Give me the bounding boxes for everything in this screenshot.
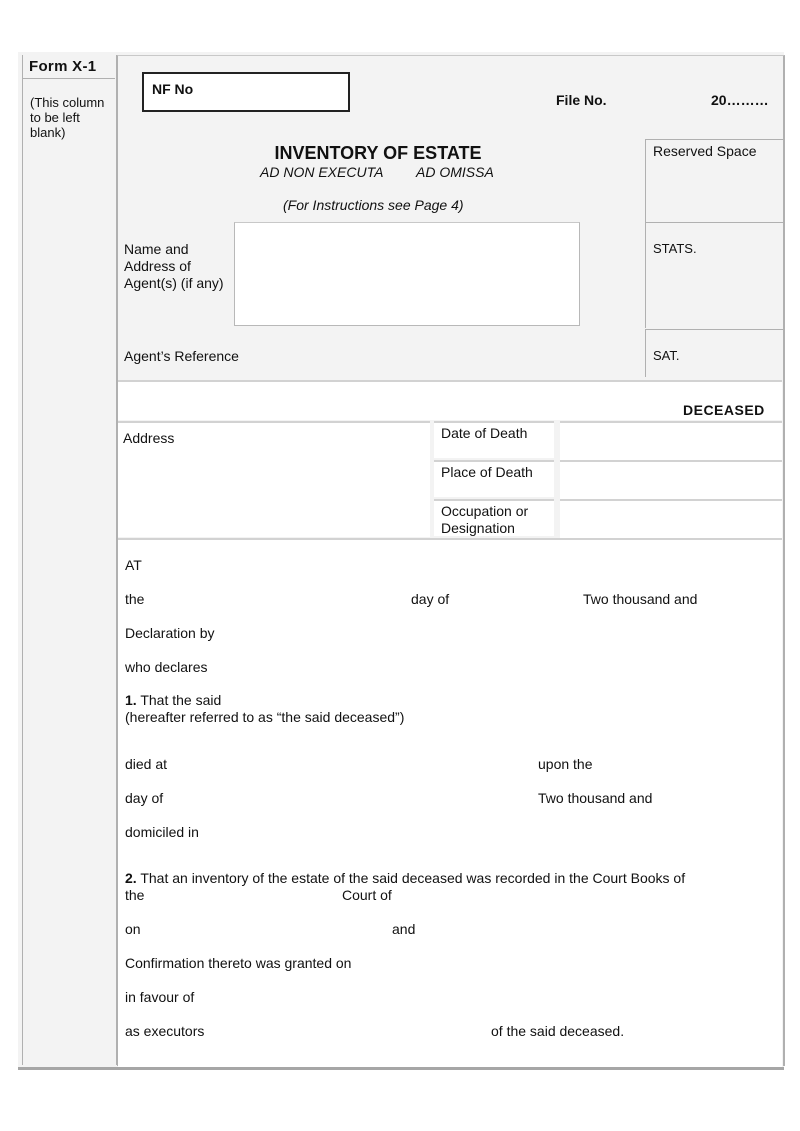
stats-label: STATS. <box>653 241 697 256</box>
form-id: Form X-1 <box>29 58 97 75</box>
reserved-space-box: Reserved Space <box>645 139 783 222</box>
occupation-label: Occupation or Designation <box>441 503 529 536</box>
form-title: INVENTORY OF ESTATE <box>274 143 482 163</box>
and-label: and <box>392 921 416 937</box>
date-of-death-field[interactable] <box>560 421 782 460</box>
who-declares-label: who declares <box>125 659 208 675</box>
paragraph-2-text: That an inventory of the estate of the s… <box>140 870 686 886</box>
deceased-label: DECEASED <box>683 402 765 418</box>
date-of-death-label-cell: Date of Death <box>434 421 554 458</box>
court-of-label: Court of <box>342 887 392 903</box>
place-of-death-field[interactable] <box>560 460 782 499</box>
place-of-death-label-cell: Place of Death <box>434 460 554 497</box>
upon-the-label: upon the <box>538 756 593 772</box>
as-executors-label: as executors <box>125 1023 205 1039</box>
paragraph-2-number: 2. <box>125 870 137 886</box>
file-year-field[interactable]: 20……… <box>711 92 769 109</box>
left-margin-column <box>22 55 117 1065</box>
confirmation-label: Confirmation thereto was granted on <box>125 955 352 971</box>
in-favour-of-label: in favour of <box>125 989 195 1005</box>
domiciled-in-label: domiciled in <box>125 824 199 840</box>
subtitle-ad-non-executa: AD NON EXECUTA <box>260 164 384 180</box>
paragraph-1-number: 1. <box>125 692 137 708</box>
died-at-label: died at <box>125 756 168 772</box>
declaration-body: AT the day of Two thousand and Declarati… <box>118 538 782 1067</box>
agent-name-address-field[interactable] <box>234 222 580 326</box>
form-id-cell: Form X-1 <box>22 55 115 79</box>
stats-box: STATS. <box>645 222 783 328</box>
nf-label: NF No <box>152 81 194 97</box>
day-of-label-2: day of <box>125 790 164 806</box>
agent-reference-label: Agent’s Reference <box>124 348 239 364</box>
day-of-label: day of <box>411 591 450 607</box>
paragraph-1-text: That the said <box>140 692 222 708</box>
agent-name-address-label: Name and Address of Agent(s) (if any) <box>124 241 224 291</box>
two-thousand-and-label-2: Two thousand and <box>538 790 653 806</box>
of-said-deceased-label: of the said deceased. <box>491 1023 625 1039</box>
paragraph-1-sub: (hereafter referred to as “the said dece… <box>125 709 405 725</box>
place-of-death-label: Place of Death <box>441 464 533 480</box>
the-label: the <box>125 591 145 607</box>
paragraph-2: 2. That an inventory of the estate of th… <box>125 870 745 887</box>
paragraph-1: 1. That the said <box>125 692 221 709</box>
sat-box: SAT. <box>645 329 783 377</box>
instructions-note: (For Instructions see Page 4) <box>283 197 464 213</box>
date-of-death-label: Date of Death <box>441 425 528 441</box>
nf-number-field[interactable]: NF No <box>142 72 350 112</box>
the-court-label: the <box>125 887 145 903</box>
file-no-label: File No. <box>556 92 607 108</box>
two-thousand-and-label: Two thousand and <box>583 591 698 607</box>
on-label: on <box>125 921 141 937</box>
at-label: AT <box>125 557 142 573</box>
reserved-space-label: Reserved Space <box>653 143 757 159</box>
left-column-note: (This column to be left blank) <box>30 95 105 140</box>
sat-label: SAT. <box>653 348 680 363</box>
address-label: Address <box>123 430 175 446</box>
occupation-label-cell: Occupation or Designation <box>434 499 554 536</box>
subtitle-ad-omissa: AD OMISSA <box>416 164 494 180</box>
occupation-field[interactable] <box>560 499 782 538</box>
declaration-by-label: Declaration by <box>125 625 215 641</box>
